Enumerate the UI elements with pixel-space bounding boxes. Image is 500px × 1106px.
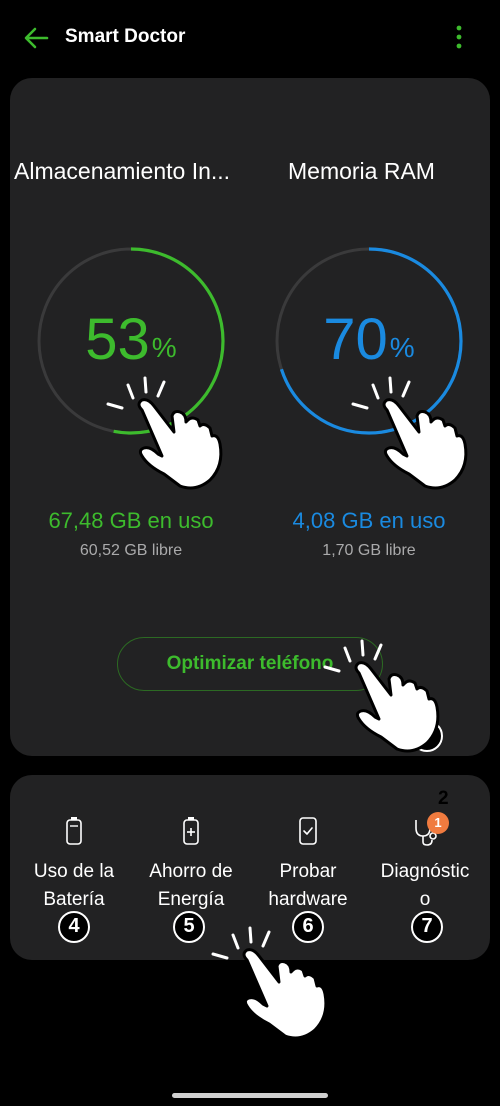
tool-test-hardware-label-line2: hardware <box>268 889 348 910</box>
step-marker-5: 5 <box>173 911 205 943</box>
tool-diagnostic-label: Diagnóstic o <box>367 858 483 914</box>
ram-used: 4,08 GB en uso <box>292 508 446 533</box>
tool-diagnostic-label-line2: o <box>419 889 431 910</box>
storage-used: 67,48 GB en uso <box>48 508 214 533</box>
pointing-hand-icon <box>211 926 328 1040</box>
badge-annotation: 2 <box>438 788 449 809</box>
step-marker-4: 4 <box>58 911 90 943</box>
pointing-hand-icon <box>106 376 223 490</box>
storage-percent-value: 53 <box>85 307 150 372</box>
back-arrow-icon[interactable] <box>20 22 52 54</box>
pointing-hand-icon <box>351 376 468 490</box>
phone-check-icon <box>299 817 317 845</box>
tool-power-saving-label: Ahorro de Energía <box>133 858 249 914</box>
tool-battery-usage-label-line2: Batería <box>43 889 105 910</box>
battery-saver-icon <box>183 817 199 845</box>
top-app-bar: Smart Doctor <box>0 0 500 74</box>
home-indicator[interactable] <box>172 1093 328 1098</box>
storage-title: Almacenamiento In... <box>14 158 231 184</box>
ram-free: 1,70 GB libre <box>322 542 416 559</box>
tool-test-hardware-label: Probar hardware <box>250 858 366 914</box>
tool-power-saving-label-line1: Ahorro de <box>149 861 233 882</box>
step-marker-7: 7 <box>411 911 443 943</box>
battery-icon <box>66 817 82 845</box>
ram-title: Memoria RAM <box>288 158 435 184</box>
storage-free: 60,52 GB libre <box>79 542 183 559</box>
tool-diagnostic-label-line1: Diagnóstic <box>380 861 470 882</box>
tool-battery-usage-label-line1: Uso de la <box>33 861 115 882</box>
tool-power-saving-label-line2: Energía <box>157 889 225 910</box>
ram-percent-value: 70 <box>323 307 388 372</box>
storage-percent-symbol: % <box>151 332 177 363</box>
notification-badge: 1 <box>427 812 449 834</box>
pointing-hand-icon <box>323 639 440 753</box>
more-options-icon[interactable] <box>448 22 470 52</box>
tool-test-hardware-label-line1: Probar <box>279 861 337 882</box>
tool-battery-usage-label: Uso de la Batería <box>16 858 132 914</box>
ram-percent-symbol: % <box>389 332 415 363</box>
page-title: Smart Doctor <box>65 26 186 47</box>
